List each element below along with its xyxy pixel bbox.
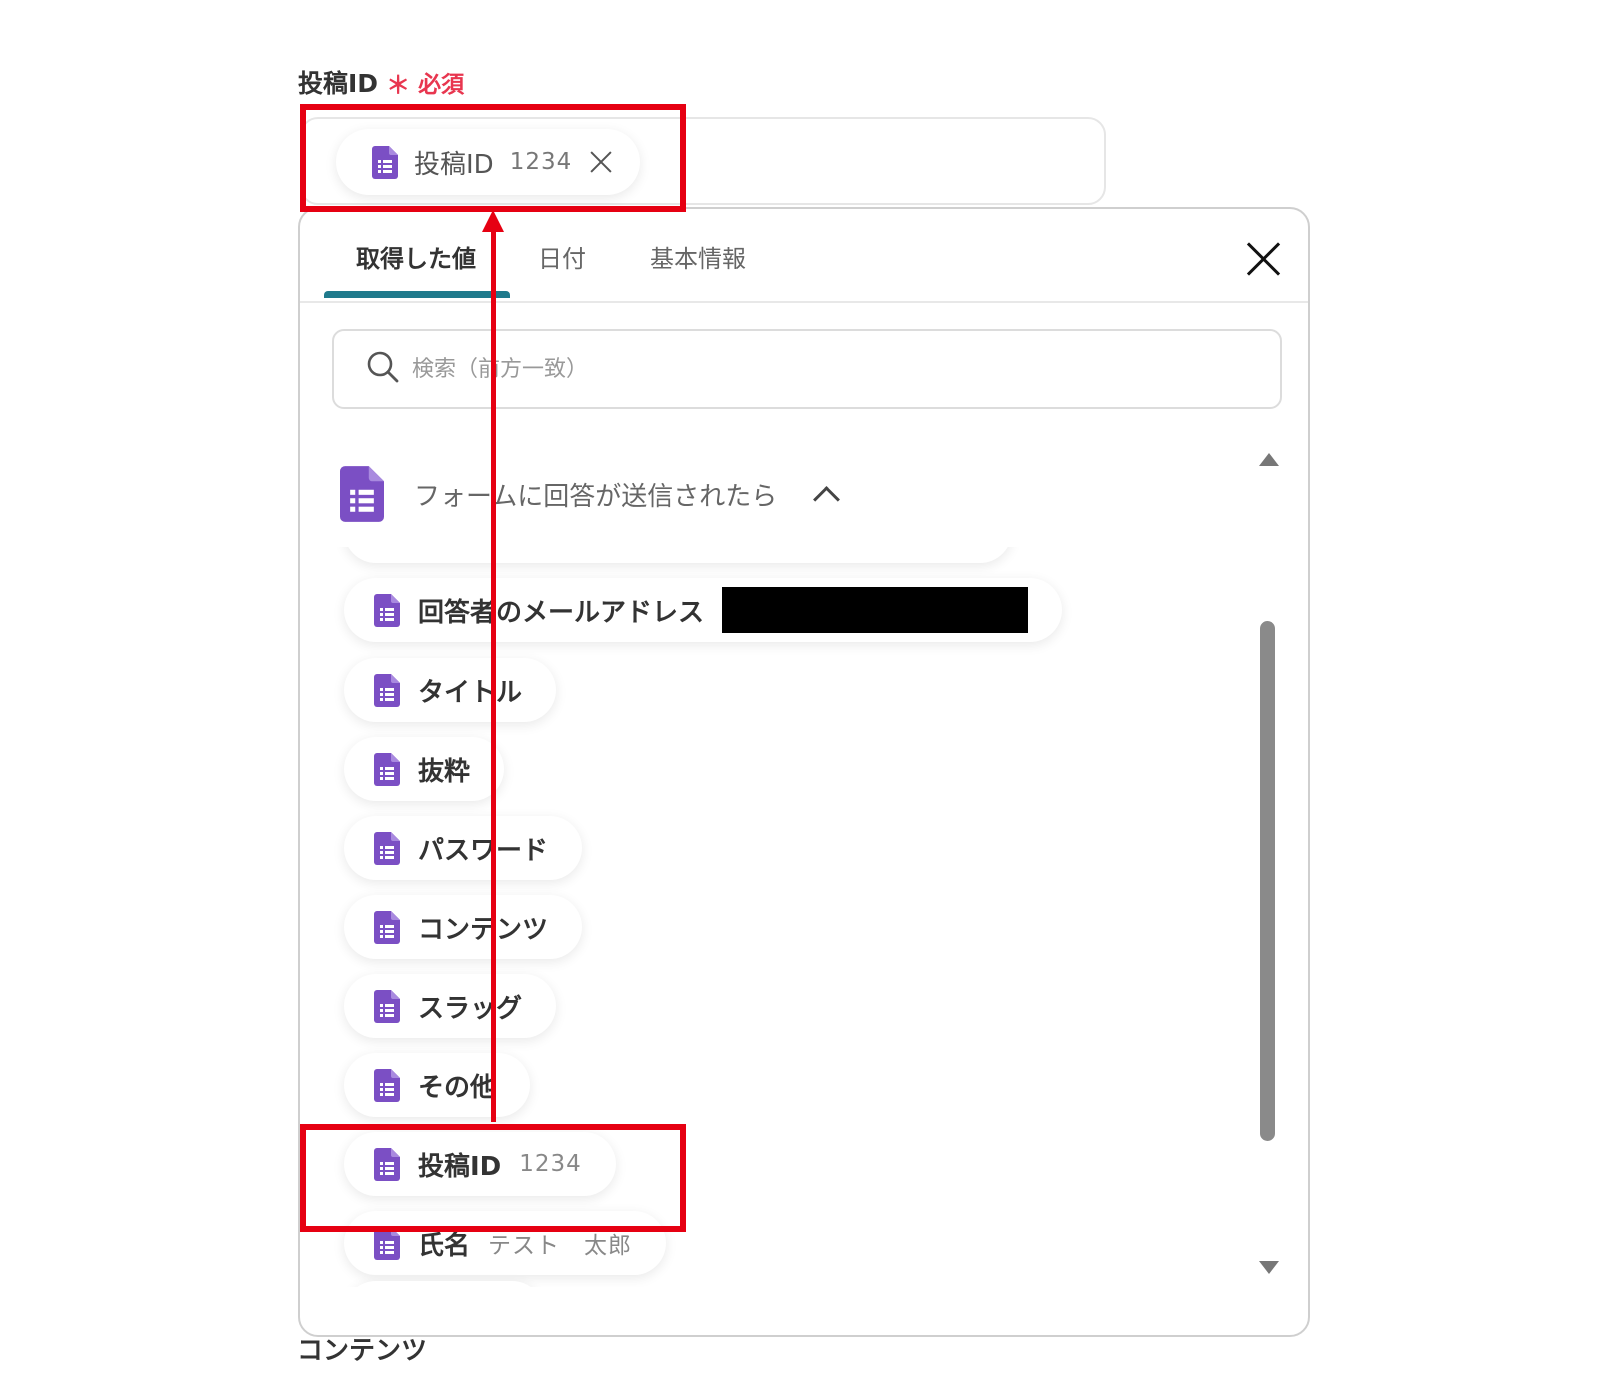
google-forms-doc-icon [374,989,400,1023]
list-item-partial[interactable] [344,547,1012,563]
item-label: コンテンツ [418,914,549,945]
item-label: その他 [418,1072,497,1103]
item-label: 投稿ID [418,1151,502,1182]
item-label: パスワード [418,835,549,866]
required-text: 必須 [418,72,465,98]
item-value: 1234 [519,1151,582,1177]
item-label: タイトル [418,677,523,708]
item-label: 回答者のメールアドレス [418,597,705,628]
tab-bar: 取得した値 日付 基本情報 [300,209,1308,303]
list-item[interactable]: コンテンツ [344,895,583,959]
value-list: 回答者のメールアドレス タイトル 抜粋 パスワード コンテンツ スラッグ その他 [300,547,1250,1287]
search-icon [366,350,400,388]
google-forms-doc-icon [372,145,398,179]
annotation-arrow-line [491,230,496,1122]
google-forms-doc-icon [374,1147,400,1181]
google-forms-doc-icon [374,910,400,944]
field-label-post-id: 投稿ID ＊ 必須 [298,64,464,100]
list-item[interactable]: タイトル [344,658,557,722]
scrollbar[interactable] [1250,441,1286,1286]
google-forms-doc-icon [374,1068,400,1102]
list-item[interactable]: 抜粋 [344,737,505,801]
scroll-up-arrow-icon[interactable] [1259,453,1279,466]
google-forms-doc-icon [340,465,384,523]
list-item[interactable]: パスワード [344,816,583,880]
tab-date[interactable]: 日付 [538,239,586,274]
chevron-up-icon[interactable] [813,485,841,513]
scrollbar-thumb[interactable] [1260,621,1275,1141]
close-icon[interactable] [1246,241,1282,277]
search-box[interactable] [332,329,1282,409]
annotation-arrow-head [482,210,504,232]
google-forms-doc-icon [374,673,400,707]
google-forms-doc-icon [374,752,400,786]
trigger-group-header[interactable]: フォームに回答が送信されたら [340,465,841,523]
list-item-post-id[interactable]: 投稿ID 1234 [344,1132,616,1196]
value-picker-popup: 取得した値 日付 基本情報 フォームに回答が送信されたら 回答者のメールアドレス… [298,207,1310,1337]
scroll-down-arrow-icon[interactable] [1259,1261,1279,1274]
list-item-partial[interactable] [344,1281,544,1287]
chip-label: 投稿ID [414,149,494,180]
list-item[interactable]: 回答者のメールアドレス [344,578,1063,642]
list-item[interactable]: 氏名 テスト 太郎 [344,1211,667,1275]
selected-value-chip[interactable]: 投稿ID 1234 [336,129,641,195]
close-icon[interactable] [588,149,614,175]
required-asterisk: ＊ [386,70,411,99]
list-item[interactable]: スラッグ [344,974,557,1038]
google-forms-doc-icon [374,593,400,627]
group-title: フォームに回答が送信されたら [414,481,778,512]
item-value: テスト 太郎 [488,1233,633,1259]
tab-basic-info[interactable]: 基本情報 [650,239,746,274]
field-label-contents: コンテンツ [297,1336,428,1366]
item-label: スラッグ [418,993,523,1024]
redacted-value [722,587,1029,633]
tab-obtained-values[interactable]: 取得した値 [356,239,476,274]
google-forms-doc-icon [374,831,400,865]
list-item[interactable]: その他 [344,1053,531,1117]
item-label: 抜粋 [418,756,471,787]
chip-value: 1234 [509,149,573,175]
search-input[interactable] [410,355,1214,383]
google-forms-doc-icon [374,1226,400,1260]
item-label: 氏名 [418,1230,471,1261]
active-tab-indicator [324,291,510,298]
field-label-text: 投稿ID [298,69,379,98]
